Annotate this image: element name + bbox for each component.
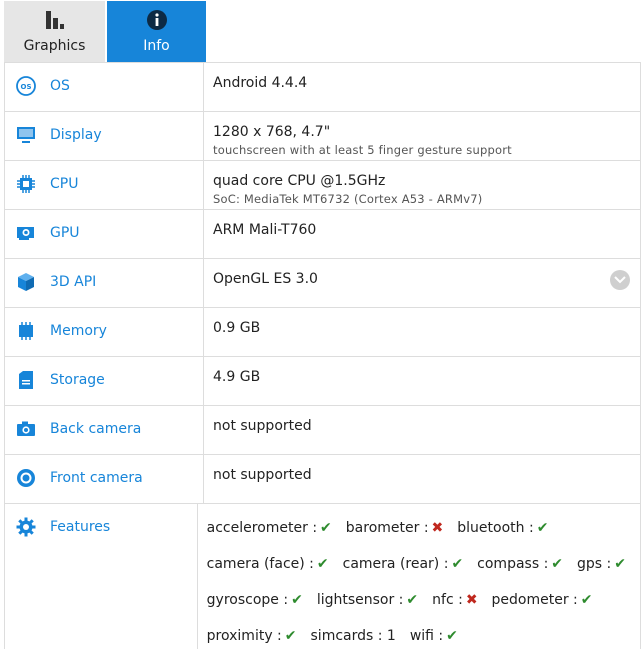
- row-label: Front camera: [50, 470, 143, 486]
- row-storage: Storage 4.9 GB: [4, 357, 641, 406]
- row-subvalue: touchscreen with at least 5 finger gestu…: [213, 143, 512, 157]
- checkmark-icon: ✔: [320, 520, 332, 536]
- feature-item: pedometer : ✔: [492, 591, 593, 609]
- row-value: 0.9 GB: [213, 320, 261, 336]
- row-label: CPU: [50, 176, 79, 192]
- feature-item: wifi : ✔: [410, 627, 458, 645]
- feature-name: camera (face) :: [206, 556, 314, 572]
- feature-item: nfc : ✖: [432, 591, 477, 609]
- row-value: not supported: [213, 418, 312, 434]
- checkmark-icon: ✔: [316, 556, 329, 572]
- storage-icon: [15, 369, 37, 391]
- feature-item: compass : ✔: [477, 555, 563, 573]
- feature-item: simcards : 1: [311, 627, 396, 645]
- gear-icon: [15, 516, 37, 538]
- feature-item: gyroscope : ✔: [207, 591, 303, 609]
- row-value: Android 4.4.4: [213, 75, 308, 91]
- front-camera-icon: [15, 467, 37, 489]
- tab-info[interactable]: Info: [107, 1, 206, 62]
- row-3d-api: 3D API OpenGL ES 3.0: [4, 259, 641, 308]
- feature-name: nfc :: [432, 592, 463, 608]
- tab-graphics-label: Graphics: [23, 38, 86, 54]
- checkmark-icon: ✔: [536, 520, 549, 536]
- expand-button[interactable]: [610, 270, 630, 290]
- feature-name: gps :: [577, 556, 612, 572]
- row-gpu: GPU ARM Mali-T760: [4, 210, 641, 259]
- checkmark-icon: ✔: [580, 592, 593, 608]
- row-memory: Memory 0.9 GB: [4, 308, 641, 357]
- cube-icon: [15, 271, 37, 293]
- feature-item: proximity : ✔: [207, 627, 297, 645]
- feature-line: gyroscope : ✔ lightsensor : ✔ nfc : ✖ pedomete…: [207, 582, 640, 618]
- tab-graphics[interactable]: Graphics: [4, 1, 105, 62]
- feature-item: lightsensor : ✔: [317, 591, 418, 609]
- feature-name: lightsensor :: [316, 592, 404, 608]
- feature-name: accelerometer :: [206, 520, 318, 536]
- row-display: Display 1280 x 768, 4.7" touchscreen with…: [4, 112, 641, 161]
- row-label: Memory: [50, 323, 107, 339]
- gpu-card-icon: [15, 222, 37, 244]
- row-label: GPU: [50, 225, 80, 241]
- row-label: Back camera: [50, 421, 142, 437]
- feature-name: compass :: [477, 556, 549, 572]
- feature-name: barometer :: [345, 520, 429, 536]
- features-list: accelerometer : ✔ barometer : ✖ bluetooth : ✔…: [198, 504, 641, 649]
- feature-name: gyroscope :: [206, 592, 289, 608]
- feature-line: camera (face) : ✔ camera (rear) : ✔ compass …: [207, 546, 640, 582]
- row-label: Display: [50, 127, 102, 143]
- row-value: 1280 x 768, 4.7": [213, 124, 331, 140]
- camera-icon: [15, 418, 37, 440]
- feature-line: accelerometer : ✔ barometer : ✖ bluetooth : ✔: [207, 510, 640, 546]
- row-value: quad core CPU @1.5GHz: [213, 173, 386, 189]
- cpu-chip-icon: [15, 173, 37, 195]
- checkmark-icon: ✔: [451, 556, 464, 572]
- row-value: OpenGL ES 3.0: [213, 271, 318, 287]
- chevron-down-icon: [614, 276, 626, 284]
- cross-icon: ✖: [465, 592, 478, 608]
- info-icon: [146, 9, 168, 31]
- feature-name: proximity :: [206, 628, 282, 644]
- bar-chart-icon: [45, 9, 65, 31]
- svg-text:OS: OS: [21, 83, 32, 91]
- spec-table: OS OS Android 4.4.4 Display 1280 x 768, 4…: [4, 62, 641, 649]
- tab-bar: Graphics Info: [0, 0, 641, 62]
- cross-icon: ✖: [431, 520, 444, 536]
- feature-name: bluetooth :: [457, 520, 534, 536]
- checkmark-icon: ✔: [291, 592, 303, 608]
- feature-item: accelerometer : ✔: [207, 519, 332, 537]
- row-value: not supported: [213, 467, 312, 483]
- checkmark-icon: ✔: [406, 592, 419, 608]
- row-back-camera: Back camera not supported: [4, 406, 641, 455]
- feature-item: barometer : ✖: [346, 519, 444, 537]
- feature-item: camera (face) : ✔: [207, 555, 329, 573]
- row-label: 3D API: [50, 274, 97, 290]
- row-cpu: CPU quad core CPU @1.5GHz SoC: MediaTek M…: [4, 161, 641, 210]
- row-front-camera: Front camera not supported: [4, 455, 641, 504]
- feature-name: pedometer :: [491, 592, 578, 608]
- feature-name: wifi :: [409, 628, 444, 644]
- checkmark-icon: ✔: [614, 556, 626, 572]
- row-features: Features accelerometer : ✔ barometer : ✖ blu…: [4, 504, 641, 649]
- tab-info-label: Info: [143, 38, 170, 54]
- memory-icon: [15, 320, 37, 342]
- row-subvalue: SoC: MediaTek MT6732 (Cortex A53 - ARMv7…: [213, 192, 483, 206]
- checkmark-icon: ✔: [446, 628, 458, 644]
- feature-item: bluetooth : ✔: [457, 519, 548, 537]
- feature-item: camera (rear) : ✔: [343, 555, 464, 573]
- feature-item: gps : ✔: [577, 555, 626, 573]
- checkmark-icon: ✔: [551, 556, 564, 572]
- feature-name: camera (rear) :: [342, 556, 449, 572]
- row-os: OS OS Android 4.4.4: [4, 63, 641, 112]
- os-icon: OS: [15, 75, 37, 97]
- row-label: Features: [50, 519, 111, 535]
- monitor-icon: [15, 124, 37, 146]
- feature-name: simcards : 1: [310, 628, 396, 644]
- feature-line: proximity : ✔ simcards : 1 wifi : ✔: [207, 618, 640, 654]
- row-value: 4.9 GB: [213, 369, 261, 385]
- row-label: OS: [50, 78, 70, 94]
- row-value: ARM Mali-T760: [213, 222, 317, 238]
- checkmark-icon: ✔: [284, 628, 297, 644]
- row-label: Storage: [50, 372, 105, 388]
